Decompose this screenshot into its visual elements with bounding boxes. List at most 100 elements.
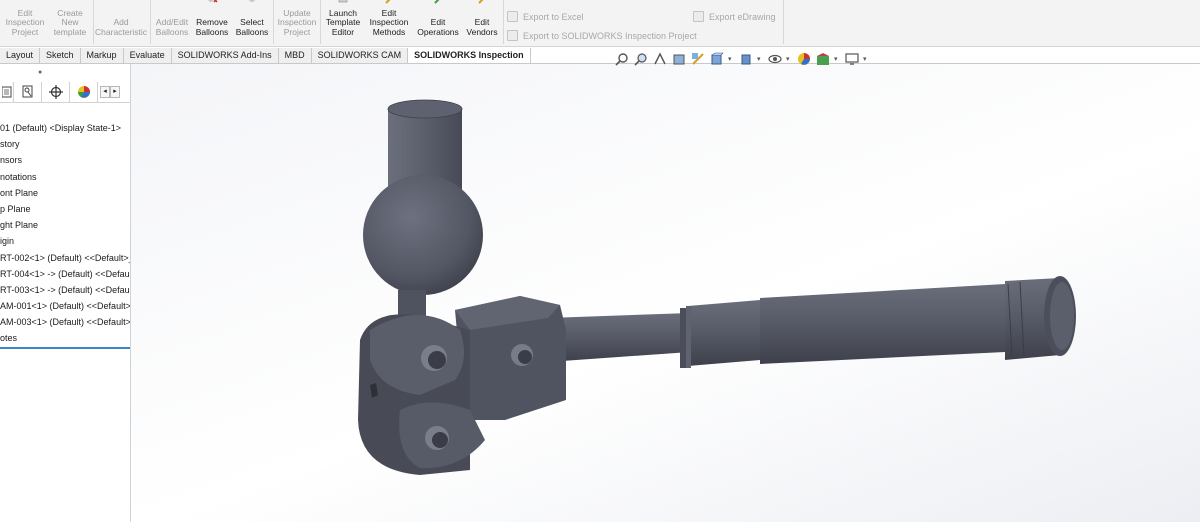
panel-grip-icon[interactable]: ● <box>38 69 42 76</box>
template-editor-icon <box>338 0 348 3</box>
ribbon-separator <box>273 0 274 44</box>
apply-scene-icon[interactable] <box>815 51 831 67</box>
chevron-down-icon[interactable]: ▾ <box>786 55 793 63</box>
feature-manager-panel: ● ◂ ▸ 01 (Default) <Display State-1> sto… <box>0 64 131 522</box>
chevron-down-icon[interactable]: ▾ <box>834 55 841 63</box>
edit-vendors-button[interactable]: Edit Vendors <box>463 0 501 40</box>
export-to-inspection-project-link[interactable]: Export to SOLIDWORKS Inspection Project <box>507 30 697 41</box>
tree-item-origin[interactable]: igin <box>0 233 130 249</box>
create-new-template-button[interactable]: Create New template <box>49 0 91 40</box>
tab-solidworks-inspection[interactable]: SOLIDWORKS Inspection <box>408 48 531 64</box>
edrawing-icon <box>693 11 704 22</box>
tab-evaluate[interactable]: Evaluate <box>123 48 172 64</box>
property-manager-tab[interactable] <box>14 81 42 102</box>
display-manager-icon <box>77 85 90 98</box>
tree-item-cam-003[interactable]: AM-003<1> (Default) <<Default>_ <box>0 314 130 330</box>
edit-appearance-icon[interactable] <box>796 51 812 67</box>
tab-solidworks-cam[interactable]: SOLIDWORKS CAM <box>311 48 409 64</box>
export-to-excel-link[interactable]: Export to Excel <box>507 11 584 22</box>
export-inspection-label: Export to SOLIDWORKS Inspection Project <box>523 30 697 41</box>
ball-post[interactable] <box>363 99 483 330</box>
universal-joint-clevis[interactable] <box>358 295 568 475</box>
tab-scroll-right-icon[interactable]: ▸ <box>110 85 120 98</box>
command-manager-ribbon: Edit Inspection Project Create New templ… <box>0 0 1200 47</box>
ribbon-separator <box>503 0 504 44</box>
ribbon-separator <box>320 0 321 44</box>
panel-tab-bar: ◂ ▸ <box>0 81 130 103</box>
rod-shaft[interactable] <box>548 276 1076 368</box>
previous-view-icon[interactable] <box>652 51 668 67</box>
button-label: Add/Edit Balloons <box>155 17 189 37</box>
tree-item-annotations[interactable]: notations <box>0 169 130 185</box>
inspection-project-icon <box>507 30 518 41</box>
pencil-icon <box>478 0 484 4</box>
tree-item-history[interactable]: story <box>0 136 130 152</box>
add-characteristic-button[interactable]: Add Characteristic <box>94 0 148 40</box>
export-edrawing-link[interactable]: Export eDrawing <box>693 11 776 22</box>
button-label: Edit Inspection Methods <box>369 7 409 37</box>
select-balloons-button[interactable]: Select Balloons <box>233 0 271 40</box>
tree-item-right-plane[interactable]: ght Plane <box>0 217 130 233</box>
display-style-icon[interactable] <box>738 51 754 67</box>
assembly-model[interactable] <box>131 64 1200 522</box>
zoom-to-area-icon[interactable] <box>633 51 649 67</box>
hide-show-items-icon[interactable] <box>767 51 783 67</box>
configuration-manager-tab[interactable] <box>42 81 70 102</box>
feature-tree-icon <box>1 86 11 97</box>
tree-item-assembly[interactable]: 01 (Default) <Display State-1> <box>0 120 130 136</box>
button-label: Update Inspection Project <box>277 7 317 37</box>
tree-item-part-004[interactable]: RT-004<1> -> (Default) <<Defaul <box>0 266 130 282</box>
feature-manager-tab[interactable] <box>0 81 14 102</box>
view-orientation-icon[interactable] <box>709 51 725 67</box>
button-label: Select Balloons <box>235 17 269 37</box>
panel-splitter[interactable] <box>0 347 130 349</box>
ribbon-separator <box>150 0 151 44</box>
add-edit-balloons-button[interactable]: Add/Edit Balloons <box>152 0 192 40</box>
command-manager-tabs: Layout Sketch Markup Evaluate SOLIDWORKS… <box>0 48 531 64</box>
chevron-down-icon[interactable]: ▾ <box>863 55 870 63</box>
heads-up-view-toolbar: ▾ ▾ ▾ ▾ ▾ <box>614 50 870 68</box>
pencil-icon <box>385 0 391 4</box>
feature-tree: 01 (Default) <Display State-1> story nso… <box>0 120 130 347</box>
remove-balloon-icon <box>208 0 218 3</box>
button-label: Launch Template Editor <box>325 7 361 37</box>
tab-layout[interactable]: Layout <box>0 48 41 64</box>
export-edrawing-label: Export eDrawing <box>709 11 776 22</box>
remove-balloons-button[interactable]: Remove Balloons <box>193 0 231 40</box>
export-excel-label: Export to Excel <box>523 11 584 22</box>
display-manager-tab[interactable] <box>70 81 98 102</box>
crosshair-icon <box>48 84 63 99</box>
button-label: Edit Vendors <box>466 17 498 37</box>
button-label: Remove Balloons <box>195 17 229 37</box>
tree-item-part-002[interactable]: RT-002<1> (Default) <<Default>_ <box>0 250 130 266</box>
tree-item-notes[interactable]: otes <box>0 330 130 346</box>
button-label: Add Characteristic <box>95 17 147 37</box>
button-label: Create New template <box>53 7 87 37</box>
launch-template-editor-button[interactable]: Launch Template Editor <box>322 0 364 40</box>
chevron-down-icon[interactable]: ▾ <box>757 55 764 63</box>
edit-operations-button[interactable]: Edit Operations <box>414 0 462 40</box>
tab-mbd[interactable]: MBD <box>278 48 312 64</box>
view-settings-icon[interactable] <box>844 51 860 67</box>
tree-item-cam-001[interactable]: AM-001<1> (Default) <<Default>_ <box>0 298 130 314</box>
dynamic-annotation-icon[interactable] <box>690 51 706 67</box>
tree-item-part-003[interactable]: RT-003<1> -> (Default) <<Defaul <box>0 282 130 298</box>
tree-item-top-plane[interactable]: p Plane <box>0 201 130 217</box>
select-balloon-icon <box>249 0 255 2</box>
tab-sketch[interactable]: Sketch <box>40 48 81 64</box>
update-inspection-project-button[interactable]: Update Inspection Project <box>275 0 319 40</box>
tab-markup[interactable]: Markup <box>80 48 124 64</box>
graphics-area[interactable] <box>131 64 1200 522</box>
zoom-to-fit-icon[interactable] <box>614 51 630 67</box>
chevron-down-icon[interactable]: ▾ <box>728 55 735 63</box>
property-manager-icon <box>22 85 32 98</box>
tab-solidworks-add-ins[interactable]: SOLIDWORKS Add-Ins <box>171 48 279 64</box>
excel-icon <box>507 11 518 22</box>
tree-item-front-plane[interactable]: ont Plane <box>0 185 130 201</box>
section-view-icon[interactable] <box>671 51 687 67</box>
tree-item-sensors[interactable]: nsors <box>0 152 130 168</box>
tab-scroll-left-icon[interactable]: ◂ <box>100 85 110 98</box>
edit-inspection-methods-button[interactable]: Edit Inspection Methods <box>366 0 412 40</box>
edit-inspection-project-button[interactable]: Edit Inspection Project <box>3 0 47 40</box>
button-label: Edit Operations <box>417 17 459 37</box>
